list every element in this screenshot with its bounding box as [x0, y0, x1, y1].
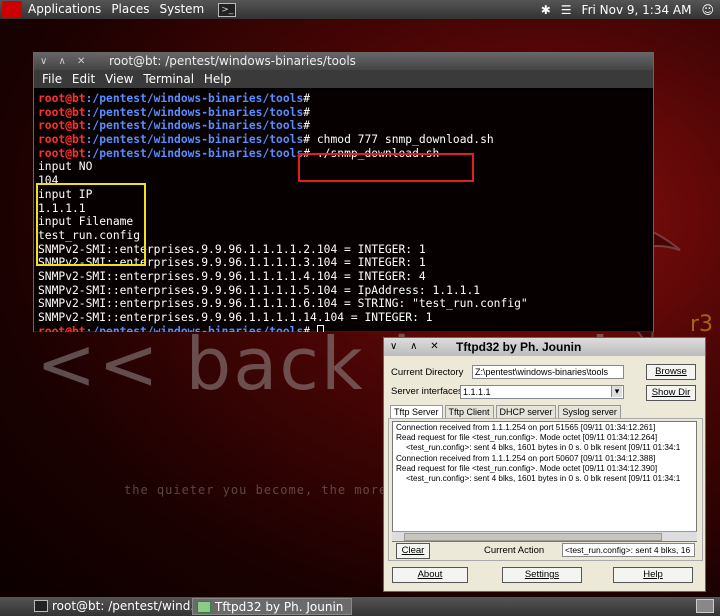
- terminal-launcher-icon[interactable]: >_: [218, 2, 237, 17]
- user-avatar-icon[interactable]: ☺: [701, 3, 714, 17]
- settings-button[interactable]: Settings: [502, 567, 582, 583]
- menu-applications[interactable]: Applications: [28, 0, 101, 19]
- tftpd32-title: Tftpd32 by Ph. Jounin: [456, 340, 582, 354]
- task-terminal[interactable]: root@bt: /pentest/wind...: [30, 598, 202, 615]
- terminal-icon: [34, 600, 48, 612]
- log-list[interactable]: Connection received from 1.1.1.254 on po…: [392, 421, 697, 542]
- server-interfaces-label: Server interfaces: [391, 386, 463, 397]
- menu-help[interactable]: Help: [204, 72, 231, 86]
- output-line: SNMPv2-SMI::enterprises.9.9.96.1.1.1.1.5…: [38, 283, 481, 297]
- log-entry: Read request for file <test_run.config>.…: [396, 433, 658, 443]
- volume-icon[interactable]: ☰: [561, 3, 572, 17]
- chevron-down-icon[interactable]: ▾: [611, 386, 622, 397]
- log-entry: Connection received from 1.1.1.254 on po…: [396, 423, 656, 432]
- top-panel-tray: ✱ ☰ Fri Nov 9, 1:34 AM ☺: [531, 0, 720, 19]
- menu-places[interactable]: Places: [111, 0, 149, 19]
- tftpd32-titlebar[interactable]: ∨ ∧ ✕ Tftpd32 by Ph. Jounin: [384, 338, 705, 356]
- task-tftpd32[interactable]: Tftpd32 by Ph. Jounin: [192, 598, 352, 615]
- browse-button[interactable]: Browse: [646, 364, 696, 380]
- help-button[interactable]: Help: [613, 567, 693, 583]
- tab-syslog-server[interactable]: Syslog server: [558, 405, 621, 418]
- clock[interactable]: Fri Nov 9, 1:34 AM: [582, 3, 692, 17]
- window-controls[interactable]: ∨ ∧ ✕: [40, 53, 89, 70]
- log-horizontal-scrollbar[interactable]: [392, 531, 697, 541]
- tab-tftp-client[interactable]: Tftp Client: [444, 405, 494, 418]
- current-action-field: <test_run.config>: sent 4 blks, 16: [562, 543, 695, 557]
- backtrack-menu-icon[interactable]: [2, 1, 22, 18]
- current-action-label: Current Action: [484, 545, 545, 556]
- log-entry: <test_run.config>: sent 4 blks, 1601 byt…: [406, 474, 681, 484]
- server-interfaces-select[interactable]: 1.1.1.1 ▾: [460, 385, 624, 399]
- tab-tftp-server[interactable]: Tftp Server: [390, 405, 443, 418]
- scrollbar-thumb[interactable]: [404, 533, 662, 541]
- log-entry: Connection received from 1.1.1.254 on po…: [396, 453, 656, 463]
- current-directory-field[interactable]: Z:\pentest\windows-binaries\tools: [472, 365, 624, 379]
- prompt-line: root@bt:/pentest/windows-binaries/tools#: [38, 92, 311, 105]
- tab-dhcp-server[interactable]: DHCP server: [495, 405, 557, 418]
- input-highlight-box: [36, 183, 146, 266]
- window-controls[interactable]: ∨ ∧ ✕: [390, 338, 444, 356]
- terminal-title: root@bt: /pentest/windows-binaries/tools: [109, 54, 356, 68]
- terminal-titlebar[interactable]: ∨ ∧ ✕ root@bt: /pentest/windows-binaries…: [34, 53, 653, 70]
- server-interfaces-value: 1.1.1.1: [463, 387, 491, 397]
- menu-file[interactable]: File: [42, 72, 62, 86]
- tftpd-tabs: Tftp Server Tftp Client DHCP server Sysl…: [390, 405, 623, 419]
- menu-system[interactable]: System: [159, 0, 204, 19]
- output-line: SNMPv2-SMI::enterprises.9.9.96.1.1.1.1.4…: [38, 269, 426, 283]
- prompt-line: root@bt:/pentest/windows-binaries/tools#: [38, 119, 311, 133]
- prompt-line: root@bt:/pentest/windows-binaries/tools#: [38, 105, 311, 119]
- log-entry: Read request for file <test_run.config>.…: [396, 463, 658, 473]
- log-entry: <test_run.config>: sent 4 blks, 1601 byt…: [406, 443, 681, 453]
- about-button[interactable]: About: [392, 567, 468, 583]
- terminal-output[interactable]: root@bt:/pentest/windows-binaries/tools#…: [34, 89, 653, 332]
- menu-edit[interactable]: Edit: [72, 72, 95, 86]
- task-tftpd32-label: Tftpd32 by Ph. Jounin: [215, 600, 344, 614]
- output-line: SNMPv2-SMI::enterprises.9.9.96.1.1.1.1.6…: [38, 297, 528, 311]
- prompt-line: root@bt:/pentest/windows-binaries/tools#…: [38, 133, 494, 147]
- tftpd32-window: ∨ ∧ ✕ Tftpd32 by Ph. Jounin Current Dire…: [383, 337, 706, 592]
- show-dir-button[interactable]: Show Dir: [646, 385, 696, 401]
- command-highlight-box: [298, 153, 474, 182]
- current-directory-label: Current Directory: [391, 367, 464, 378]
- menu-terminal[interactable]: Terminal: [143, 72, 194, 86]
- output-line: SNMPv2-SMI::enterprises.9.9.96.1.1.1.1.1…: [38, 311, 433, 324]
- task-terminal-label: root@bt: /pentest/wind...: [52, 599, 202, 613]
- bluetooth-icon[interactable]: ✱: [541, 3, 551, 17]
- clear-button[interactable]: Clear: [396, 543, 430, 559]
- bottom-taskbar: root@bt: /pentest/wind... Tftpd32 by Ph.…: [0, 597, 720, 616]
- tftpd32-icon: [197, 601, 211, 613]
- r3-badge: r3: [690, 312, 714, 337]
- terminal-cursor: [316, 324, 324, 332]
- menu-view[interactable]: View: [105, 72, 133, 86]
- prompt-line: root@bt:/pentest/windows-binaries/tools#: [38, 324, 649, 332]
- workspace-switcher[interactable]: [696, 599, 714, 613]
- top-panel: Applications Places System >_ ✱ ☰ Fri No…: [0, 0, 720, 19]
- terminal-menubar: File Edit View Terminal Help: [34, 70, 653, 88]
- terminal-window: ∨ ∧ ✕ root@bt: /pentest/windows-binaries…: [33, 52, 654, 332]
